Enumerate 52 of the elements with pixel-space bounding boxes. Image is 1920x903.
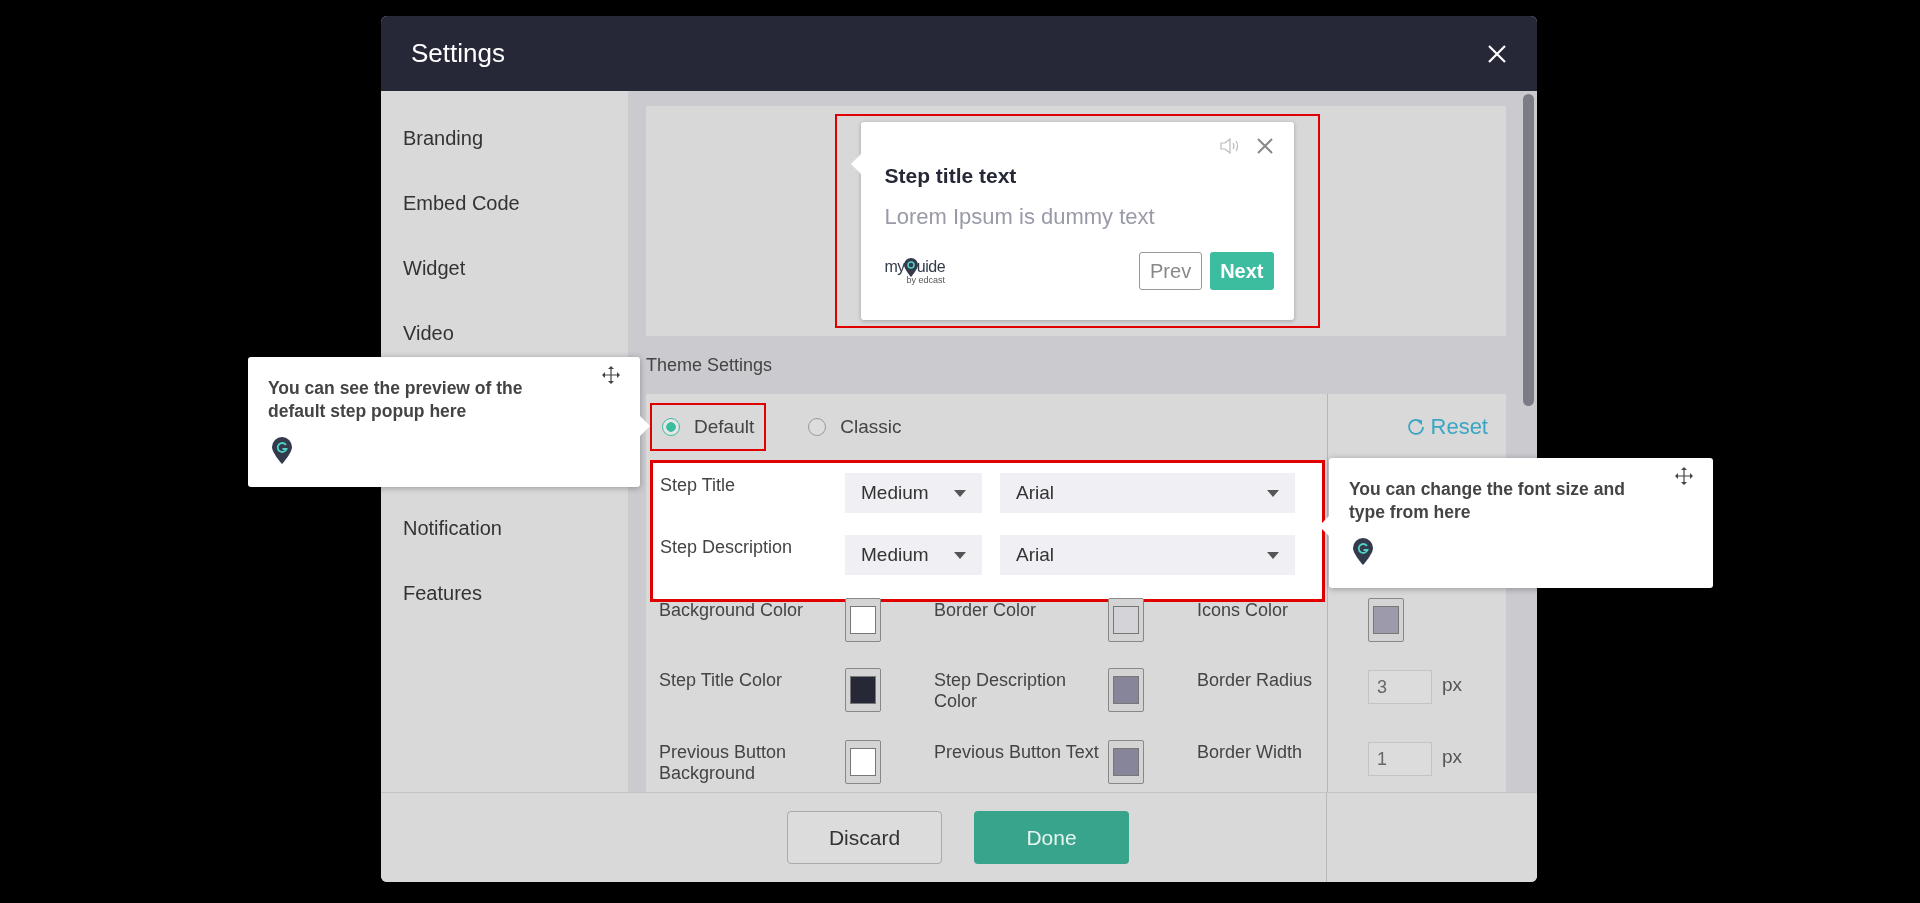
scrollbar-thumb[interactable] [1523,94,1534,406]
theme-radio[interactable]: Classic [796,403,914,451]
caret-icon [954,551,966,559]
theme-radio[interactable]: Default [650,403,767,451]
sidebar-item[interactable]: Embed Code [381,192,542,257]
sidebar-item[interactable]: Branding [381,127,506,192]
setting-label: Previous Button Text [933,741,1100,764]
step-description: Lorem Ipsum is dummy text [884,204,1156,230]
color-picker[interactable] [1108,668,1144,712]
location-pin-icon [1353,537,1373,565]
setting-label: Step Title Color [658,669,784,692]
sidebar-item[interactable]: Widget [381,257,488,322]
color-picker[interactable] [845,740,881,784]
setting-label: Step Description [660,536,794,558]
unit-label: px [1442,673,1463,696]
font-dropdown[interactable]: Arial [1000,473,1295,513]
setting-label: Border Color [933,599,1038,622]
setting-label: Step Description Color [933,669,1068,713]
refresh-icon [1406,418,1425,436]
color-picker[interactable] [845,668,881,712]
tooltip-text: You can change the font size and type from here [1349,478,1626,524]
color-picker[interactable] [845,598,881,642]
number-field[interactable]: 3 [1368,670,1432,704]
move-icon[interactable] [1675,467,1693,485]
location-pin-icon [272,436,292,464]
setting-label: Step Title [660,474,737,496]
window-title: Settings [411,38,505,69]
setting-label: Border Width [1196,741,1304,764]
prev-button[interactable]: Prev [1139,252,1203,290]
color-picker[interactable] [1108,598,1144,642]
discard-button[interactable]: Discard [787,811,942,864]
caret-icon [954,489,966,497]
size-dropdown[interactable]: Medium [845,535,982,575]
caret-icon [1267,551,1279,559]
number-field[interactable]: 1 [1368,742,1432,776]
sidebar-item[interactable]: Features [381,582,504,647]
section-title: Theme Settings [646,353,774,377]
setting-label: Background Color [658,599,805,622]
tooltip-text: You can see the preview of the default step popup here [268,377,524,423]
move-icon[interactable] [602,366,620,384]
unit-label: px [1442,745,1463,768]
color-picker[interactable] [1108,740,1144,784]
caret-icon [1267,489,1279,497]
sidebar-item[interactable]: Notification [381,517,524,582]
setting-label: Previous Button Background [658,741,788,785]
size-dropdown[interactable]: Medium [845,473,982,513]
step-title: Step title text [884,164,1018,188]
setting-label: Icons Color [1196,599,1290,622]
font-dropdown[interactable]: Arial [1000,535,1295,575]
color-picker[interactable] [1368,598,1404,642]
setting-label: Border Radius [1196,669,1314,692]
logo: my uide by edcast [884,257,946,285]
